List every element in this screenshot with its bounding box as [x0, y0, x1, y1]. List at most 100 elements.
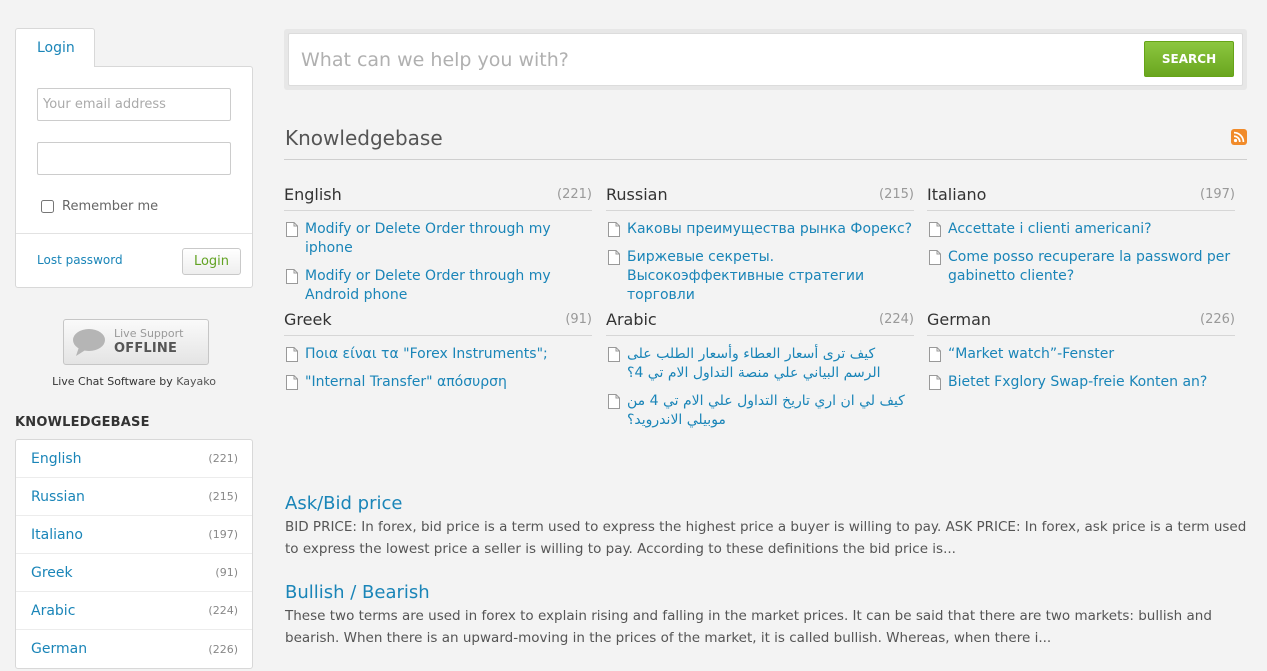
login-tab[interactable]: Login [15, 28, 95, 67]
article-title-link[interactable]: Bullish / Bearish [285, 582, 1250, 603]
category-count: (226) [1200, 312, 1235, 327]
document-icon [286, 269, 298, 284]
article-title-link[interactable]: Ask/Bid price [285, 493, 1250, 514]
article-excerpt: These two terms are used in forex to exp… [285, 608, 1212, 646]
article-link[interactable]: “Market watch”-Fenster [927, 345, 1235, 364]
category-arabic: Arabic (224) كيف ترى أسعار العطاء وأسعار… [606, 310, 914, 439]
featured-article: Bullish / Bearish These two terms are us… [285, 582, 1250, 649]
password-field[interactable] [37, 142, 231, 175]
sidebar-kb-item-greek[interactable]: Greek (91) [16, 554, 252, 592]
category-name-link[interactable]: Arabic [606, 310, 657, 329]
sidebar-kb-item-count: (226) [208, 642, 238, 656]
article-link-text: Bietet Fxglory Swap-freie Konten an? [948, 374, 1208, 390]
article-link-text: Биржевые секреты. Высокоэффективные стра… [627, 249, 865, 303]
document-icon [286, 222, 298, 237]
lost-password-link[interactable]: Lost password [37, 253, 123, 267]
chat-bubble-icon [73, 329, 105, 356]
category-article-list: Каковы преимущества рынка Форекс? Биржев… [606, 220, 914, 305]
sidebar-kb-item-name: Arabic [31, 602, 76, 619]
document-icon [286, 375, 298, 390]
sidebar-kb-item-name: Russian [31, 488, 85, 505]
category-name-link[interactable]: English [284, 185, 342, 204]
remember-me[interactable]: Remember me [41, 199, 158, 214]
rss-glyph-icon [1233, 131, 1245, 143]
document-icon [608, 394, 620, 409]
featured-article: Ask/Bid price BID PRICE: In forex, bid p… [285, 493, 1250, 560]
document-icon [929, 347, 941, 362]
article-link-text: "Internal Transfer" απόσυρση [305, 374, 507, 390]
sidebar-kb-item-english[interactable]: English (221) [16, 440, 252, 478]
category-name-link[interactable]: Russian [606, 185, 668, 204]
article-link[interactable]: Come posso recuperare la password per ga… [927, 248, 1235, 286]
category-count: (221) [557, 187, 592, 202]
remember-me-label: Remember me [62, 199, 159, 214]
sidebar-kb-item-italiano[interactable]: Italiano (197) [16, 516, 252, 554]
sidebar-kb-item-count: (91) [215, 566, 238, 579]
kayako-link[interactable]: Kayako [176, 375, 216, 388]
document-icon [929, 250, 941, 265]
category-header: German (226) [927, 310, 1235, 336]
article-link[interactable]: Modify or Delete Order through my iphone [284, 220, 592, 258]
category-article-list: Ποια είναι τα "Forex Instruments"; "Inte… [284, 345, 592, 392]
remember-me-checkbox[interactable] [41, 200, 54, 213]
article-link-text: Modify or Delete Order through my Androi… [305, 268, 551, 303]
category-russian: Russian (215) Каковы преимущества рынка … [606, 185, 914, 314]
article-link-text: Ποια είναι τα "Forex Instruments"; [305, 346, 548, 362]
email-field[interactable] [37, 88, 231, 121]
article-link[interactable]: Каковы преимущества рынка Форекс? [606, 220, 914, 239]
category-article-list: “Market watch”-Fenster Bietet Fxglory Sw… [927, 345, 1235, 392]
document-icon [929, 222, 941, 237]
sidebar-kb-list: English (221) Russian (215) Italiano (197) … [15, 439, 253, 669]
article-link-text: Accettate i clienti americani? [948, 221, 1152, 237]
sidebar-kb-item-name: Greek [31, 564, 73, 581]
category-header: Italiano (197) [927, 185, 1235, 211]
category-name-link[interactable]: Greek [284, 310, 332, 329]
category-article-list: كيف ترى أسعار العطاء وأسعار الطلب على ال… [606, 345, 914, 430]
article-link[interactable]: Ποια είναι τα "Forex Instruments"; [284, 345, 592, 364]
sidebar-kb-item-count: (224) [208, 604, 238, 617]
sidebar-kb-item-german[interactable]: German (226) [16, 630, 252, 668]
document-icon [608, 222, 620, 237]
sidebar-kb-item-name: German [31, 641, 88, 657]
article-link-text: Каковы преимущества рынка Форекс? [627, 221, 913, 237]
article-link[interactable]: كيف ترى أسعار العطاء وأسعار الطلب على ال… [606, 345, 914, 383]
article-link-text: “Market watch”-Fenster [948, 346, 1115, 362]
category-header: Russian (215) [606, 185, 914, 211]
article-link[interactable]: Bietet Fxglory Swap-freie Konten an? [927, 373, 1235, 392]
category-count: (197) [1200, 187, 1235, 202]
category-name-link[interactable]: Italiano [927, 185, 986, 204]
sidebar-kb-item-russian[interactable]: Russian (215) [16, 478, 252, 516]
sidebar-kb-item-name: Italiano [31, 526, 83, 543]
category-greek: Greek (91) Ποια είναι τα "Forex Instrume… [284, 310, 592, 401]
category-count: (91) [565, 312, 592, 327]
sidebar-kb-heading: KNOWLEDGEBASE [15, 415, 150, 430]
category-german: German (226) “Market watch”-Fenster Biet… [927, 310, 1235, 401]
category-english: English (221) Modify or Delete Order thr… [284, 185, 592, 314]
category-header: Arabic (224) [606, 310, 914, 336]
article-link[interactable]: Accettate i clienti americani? [927, 220, 1235, 239]
article-link[interactable]: كيف لي ان اري تاريخ التداول علي الام تي … [606, 392, 914, 430]
document-icon [608, 347, 620, 362]
category-count: (215) [879, 187, 914, 202]
rss-icon[interactable] [1231, 129, 1247, 145]
search-button[interactable]: SEARCH [1144, 41, 1234, 77]
category-header: Greek (91) [284, 310, 592, 336]
live-support-label: Live Support [114, 327, 184, 340]
login-button[interactable]: Login [182, 248, 241, 275]
category-name-link[interactable]: German [927, 310, 991, 329]
live-support-button[interactable]: Live Support OFFLINE [63, 319, 209, 365]
sidebar-kb-item-name: English [31, 450, 82, 467]
sidebar-kb-item-arabic[interactable]: Arabic (224) [16, 592, 252, 630]
login-footer: Lost password Login [16, 233, 252, 288]
login-panel: Remember me Lost password Login [15, 66, 253, 288]
chat-credit: Live Chat Software by Kayako [15, 375, 253, 388]
category-italiano: Italiano (197) Accettate i clienti ameri… [927, 185, 1235, 295]
article-link[interactable]: Биржевые секреты. Высокоэффективные стра… [606, 248, 914, 305]
search-input[interactable] [301, 44, 1121, 76]
article-link[interactable]: Modify or Delete Order through my Androi… [284, 267, 592, 305]
sidebar: Login Remember me Lost password Login Li… [15, 28, 253, 669]
live-support-status: OFFLINE [114, 341, 178, 356]
article-link[interactable]: "Internal Transfer" απόσυρση [284, 373, 592, 392]
sidebar-kb-item-count: (197) [208, 528, 238, 541]
category-article-list: Modify or Delete Order through my iphone… [284, 220, 592, 305]
